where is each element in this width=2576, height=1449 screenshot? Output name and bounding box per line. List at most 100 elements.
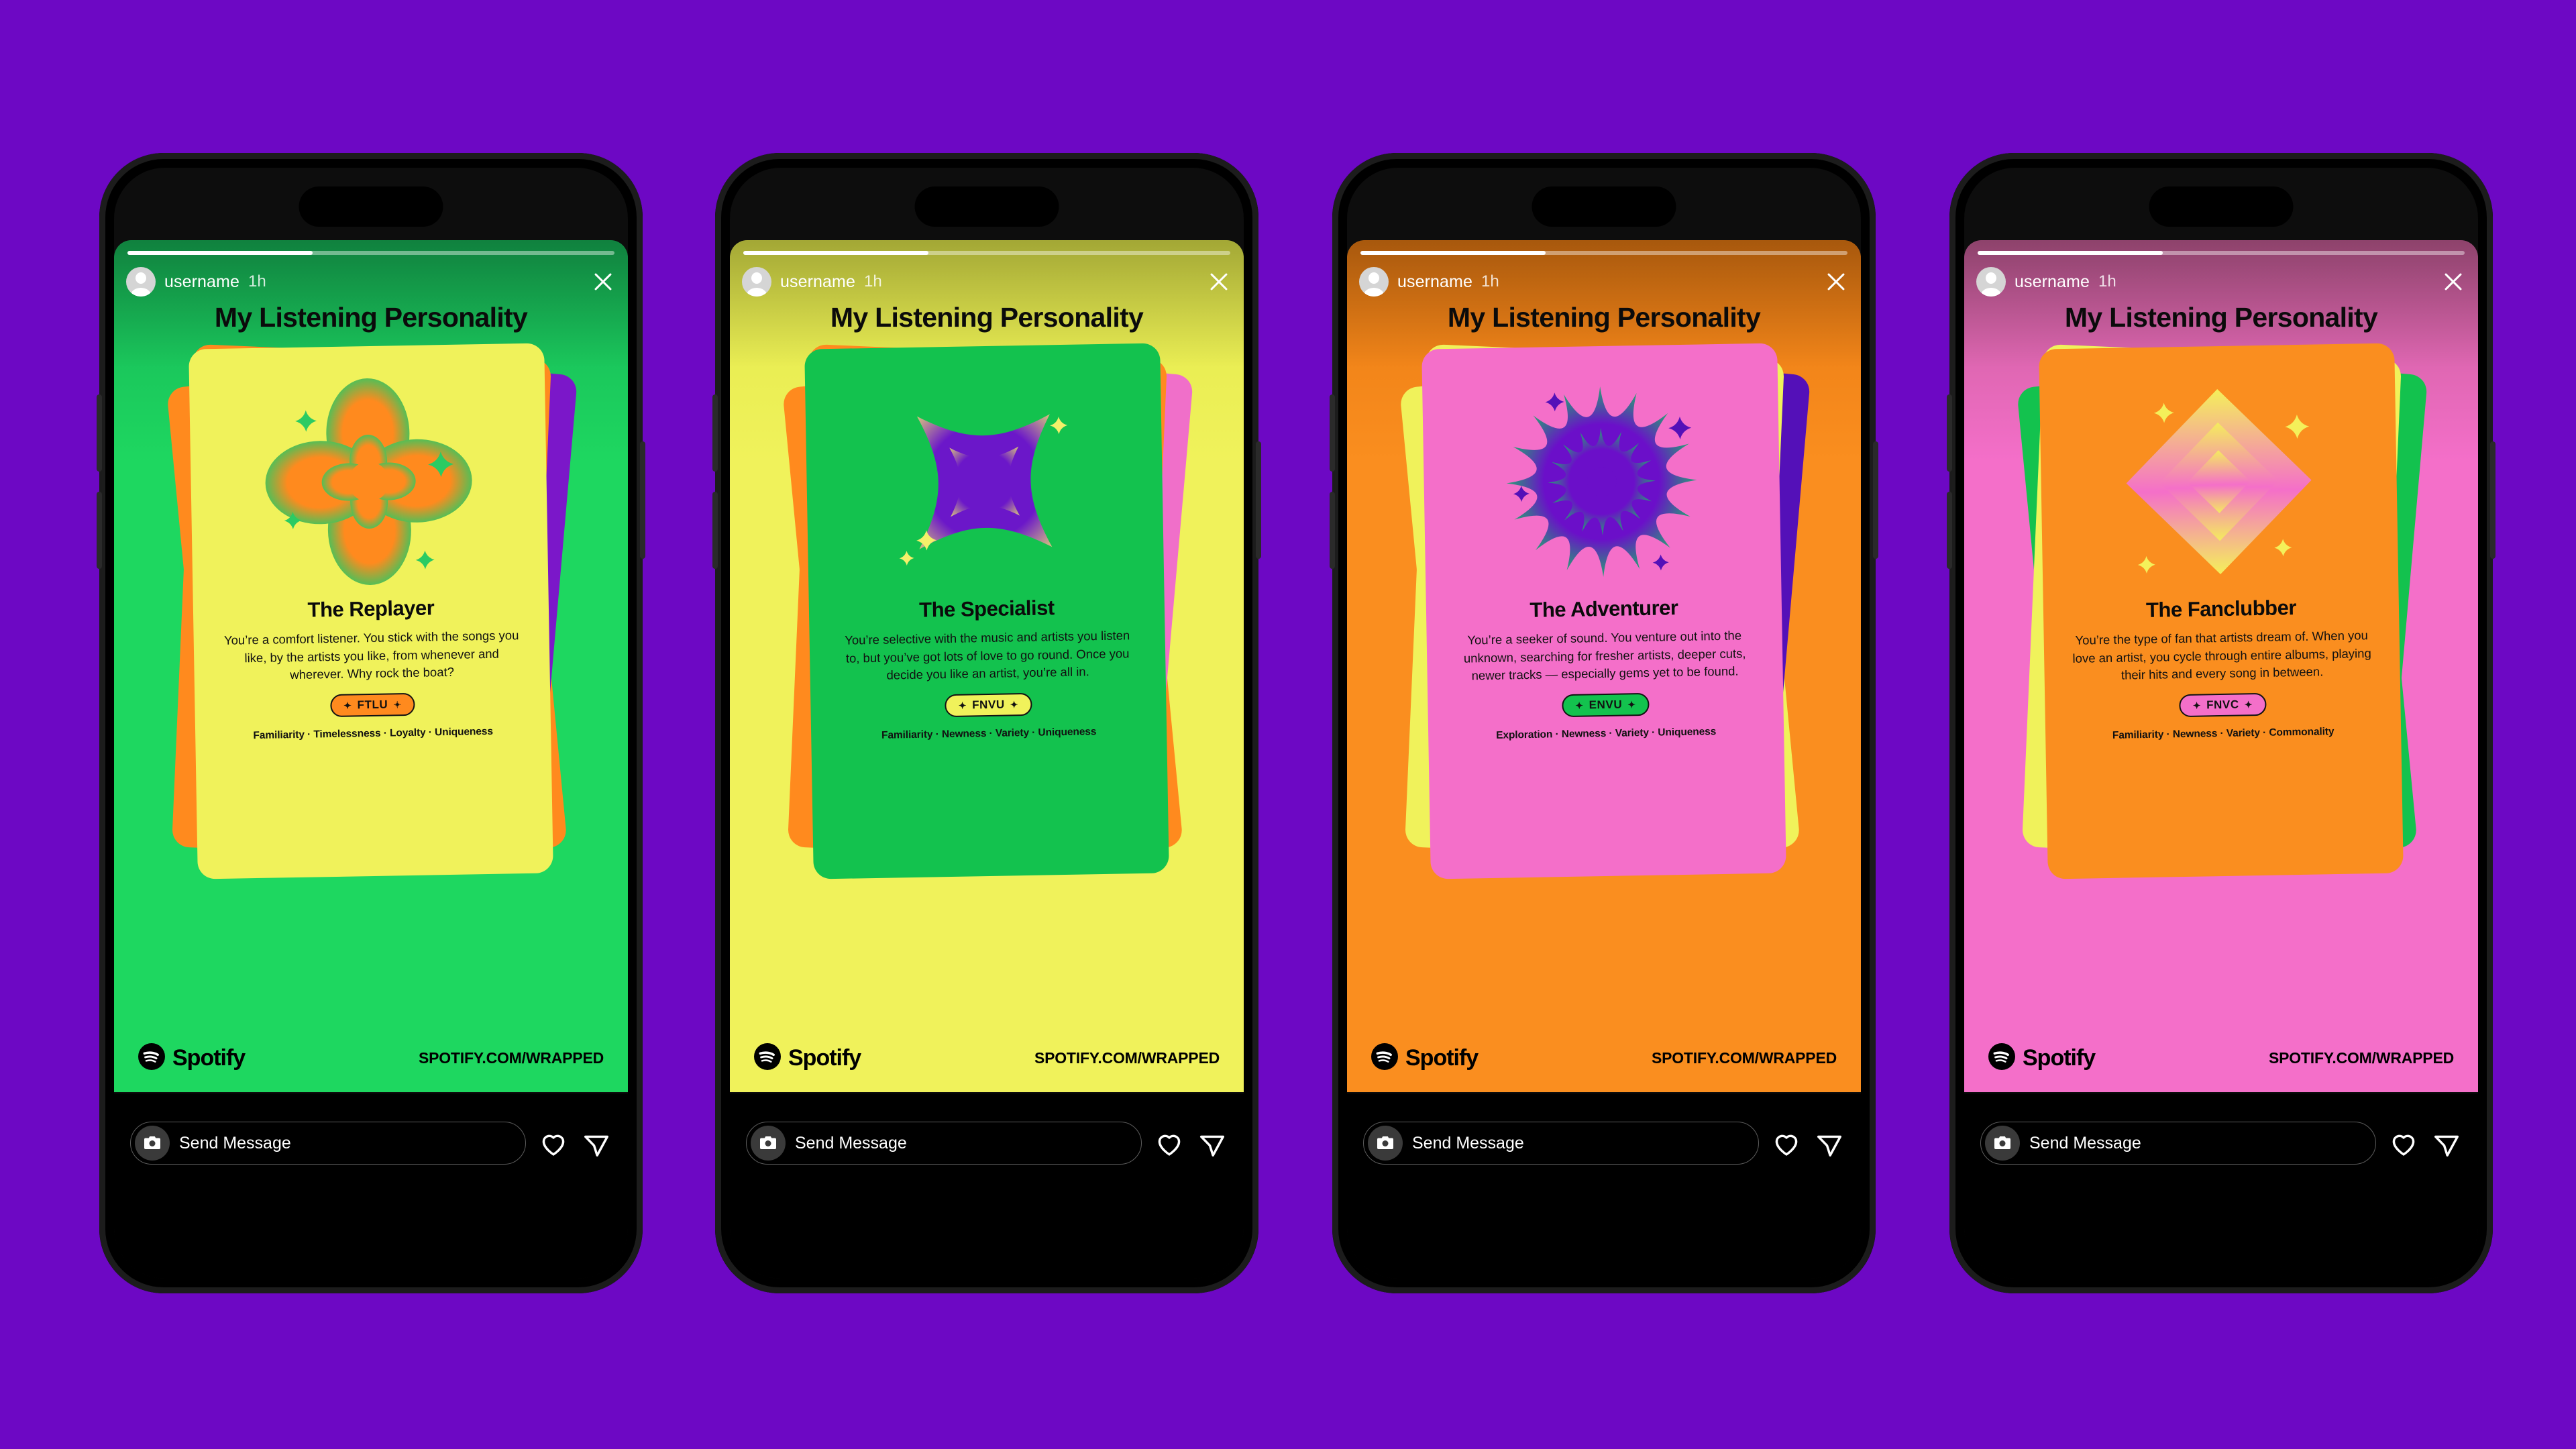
story-progress-fill <box>1360 251 1546 255</box>
card-stack-3[interactable]: The Adventurer You’re a seeker of sound.… <box>1399 343 1811 880</box>
volume-up-button[interactable] <box>97 394 102 472</box>
story-footer: Spotify SPOTIFY.COM/WRAPPED <box>1988 1043 2454 1073</box>
spotify-wordmark: Spotify <box>788 1045 861 1071</box>
dynamic-island <box>2149 186 2294 227</box>
story-progress-fill <box>127 251 313 255</box>
story-header: username 1h <box>742 263 1232 301</box>
spotify-brand: Spotify <box>1988 1043 2096 1073</box>
card-description: You’re a comfort listener. You stick wit… <box>223 628 519 682</box>
story-progress-bar[interactable] <box>743 251 1230 255</box>
phone-screen: username 1h My Listening Personality The… <box>1347 168 1861 1279</box>
timestamp-label: 1h <box>1481 272 1499 290</box>
story-footer: Spotify SPOTIFY.COM/WRAPPED <box>138 1043 604 1073</box>
story-reply-bar: Send Message <box>1347 1093 1861 1279</box>
story-canvas-1[interactable]: username 1h My Listening Personality The… <box>114 240 628 1092</box>
volume-up-button[interactable] <box>712 394 718 472</box>
volume-up-button[interactable] <box>1947 394 1952 472</box>
spotify-logo-icon <box>754 1043 781 1073</box>
username-label[interactable]: username <box>164 272 239 292</box>
story-canvas-3[interactable]: username 1h My Listening Personality The… <box>1347 240 1861 1092</box>
personality-card-4[interactable]: The Fanclubber You’re the type of fan th… <box>2039 343 2404 879</box>
story-header: username 1h <box>126 263 616 301</box>
heart-icon[interactable] <box>1771 1128 1802 1159</box>
send-message-placeholder: Send Message <box>1412 1133 1524 1152</box>
card-stack-2[interactable]: The Specialist You’re selective with the… <box>782 343 1194 880</box>
sparkle-icon-left: ✦ <box>958 700 967 711</box>
heart-icon[interactable] <box>2388 1128 2419 1159</box>
sparkle-icon-left: ✦ <box>1575 700 1584 711</box>
volume-down-button[interactable] <box>1947 492 1952 569</box>
card-title: The Specialist <box>918 596 1055 622</box>
avatar[interactable] <box>742 267 771 297</box>
username-label[interactable]: username <box>2015 272 2090 292</box>
story-reply-bar: Send Message <box>1964 1093 2478 1279</box>
story-progress-fill <box>1978 251 2163 255</box>
camera-icon[interactable] <box>1368 1126 1403 1161</box>
wrapped-url: SPOTIFY.COM/WRAPPED <box>1651 1049 1837 1067</box>
power-button[interactable] <box>640 441 645 559</box>
close-icon[interactable] <box>2440 269 2466 294</box>
camera-icon[interactable] <box>1985 1126 2020 1161</box>
page-root: username 1h My Listening Personality The… <box>0 0 2576 1449</box>
story-reply-bar: Send Message <box>114 1093 628 1279</box>
heart-icon[interactable] <box>538 1128 569 1159</box>
card-code-badge: ✦ FTLU ✦ <box>329 692 415 717</box>
card-code-label: FNVC <box>2206 698 2239 712</box>
send-message-input[interactable]: Send Message <box>1363 1122 1759 1165</box>
heart-icon[interactable] <box>1154 1128 1185 1159</box>
phone-2: username 1h My Listening Personality The… <box>712 153 1261 1293</box>
power-button[interactable] <box>1873 441 1878 559</box>
card-stack-1[interactable]: The Replayer You’re a comfort listener. … <box>166 343 578 880</box>
story-canvas-4[interactable]: username 1h My Listening Personality The… <box>1964 240 2478 1092</box>
paper-plane-icon[interactable] <box>1814 1128 1845 1159</box>
card-code-label: FTLU <box>357 698 388 712</box>
volume-down-button[interactable] <box>1330 492 1335 569</box>
story-title: My Listening Personality <box>830 302 1144 333</box>
dynamic-island <box>1532 186 1676 227</box>
phone-3: username 1h My Listening Personality The… <box>1330 153 1878 1293</box>
send-message-input[interactable]: Send Message <box>1980 1122 2376 1165</box>
volume-up-button[interactable] <box>1330 394 1335 472</box>
volume-down-button[interactable] <box>712 492 718 569</box>
card-description: You’re selective with the music and arti… <box>845 628 1130 682</box>
paper-plane-icon[interactable] <box>1197 1128 1228 1159</box>
personality-card-2[interactable]: The Specialist You’re selective with the… <box>804 343 1169 879</box>
send-message-input[interactable]: Send Message <box>130 1122 526 1165</box>
avatar[interactable] <box>1359 267 1389 297</box>
close-icon[interactable] <box>1823 269 1849 294</box>
card-title: The Adventurer <box>1529 596 1678 622</box>
spotify-wordmark: Spotify <box>1405 1045 1479 1071</box>
volume-down-button[interactable] <box>97 492 102 569</box>
camera-icon[interactable] <box>135 1126 170 1161</box>
close-icon[interactable] <box>1206 269 1232 294</box>
personality-card-3[interactable]: The Adventurer You’re a seeker of sound.… <box>1421 343 1786 879</box>
card-traits: Familiarity · Timelessness · Loyalty · U… <box>253 725 494 741</box>
power-button[interactable] <box>1256 441 1261 559</box>
close-icon[interactable] <box>590 269 616 294</box>
spotify-wordmark: Spotify <box>2023 1045 2096 1071</box>
story-header: username 1h <box>1359 263 1849 301</box>
spotify-logo-icon <box>1371 1043 1398 1073</box>
username-label[interactable]: username <box>1397 272 1472 292</box>
story-canvas-2[interactable]: username 1h My Listening Personality The… <box>730 240 1244 1092</box>
sparkle-icon-left: ✦ <box>343 700 352 711</box>
paper-plane-icon[interactable] <box>581 1128 612 1159</box>
avatar[interactable] <box>1976 267 2006 297</box>
camera-icon[interactable] <box>751 1126 786 1161</box>
timestamp-label: 1h <box>863 272 882 290</box>
dynamic-island <box>914 186 1059 227</box>
phone-screen: username 1h My Listening Personality The… <box>114 168 628 1279</box>
phone-4: username 1h My Listening Personality The… <box>1947 153 2496 1293</box>
username-label[interactable]: username <box>780 272 855 292</box>
wrapped-url: SPOTIFY.COM/WRAPPED <box>1034 1049 1220 1067</box>
personality-card-1[interactable]: The Replayer You’re a comfort listener. … <box>189 343 553 879</box>
story-progress-bar[interactable] <box>1978 251 2465 255</box>
send-message-input[interactable]: Send Message <box>746 1122 1142 1165</box>
story-progress-bar[interactable] <box>127 251 614 255</box>
paper-plane-icon[interactable] <box>2431 1128 2462 1159</box>
card-stack-4[interactable]: The Fanclubber You’re the type of fan th… <box>2016 343 2428 880</box>
power-button[interactable] <box>2490 441 2496 559</box>
story-progress-bar[interactable] <box>1360 251 1847 255</box>
spotify-logo-icon <box>1988 1043 2015 1073</box>
avatar[interactable] <box>126 267 156 297</box>
